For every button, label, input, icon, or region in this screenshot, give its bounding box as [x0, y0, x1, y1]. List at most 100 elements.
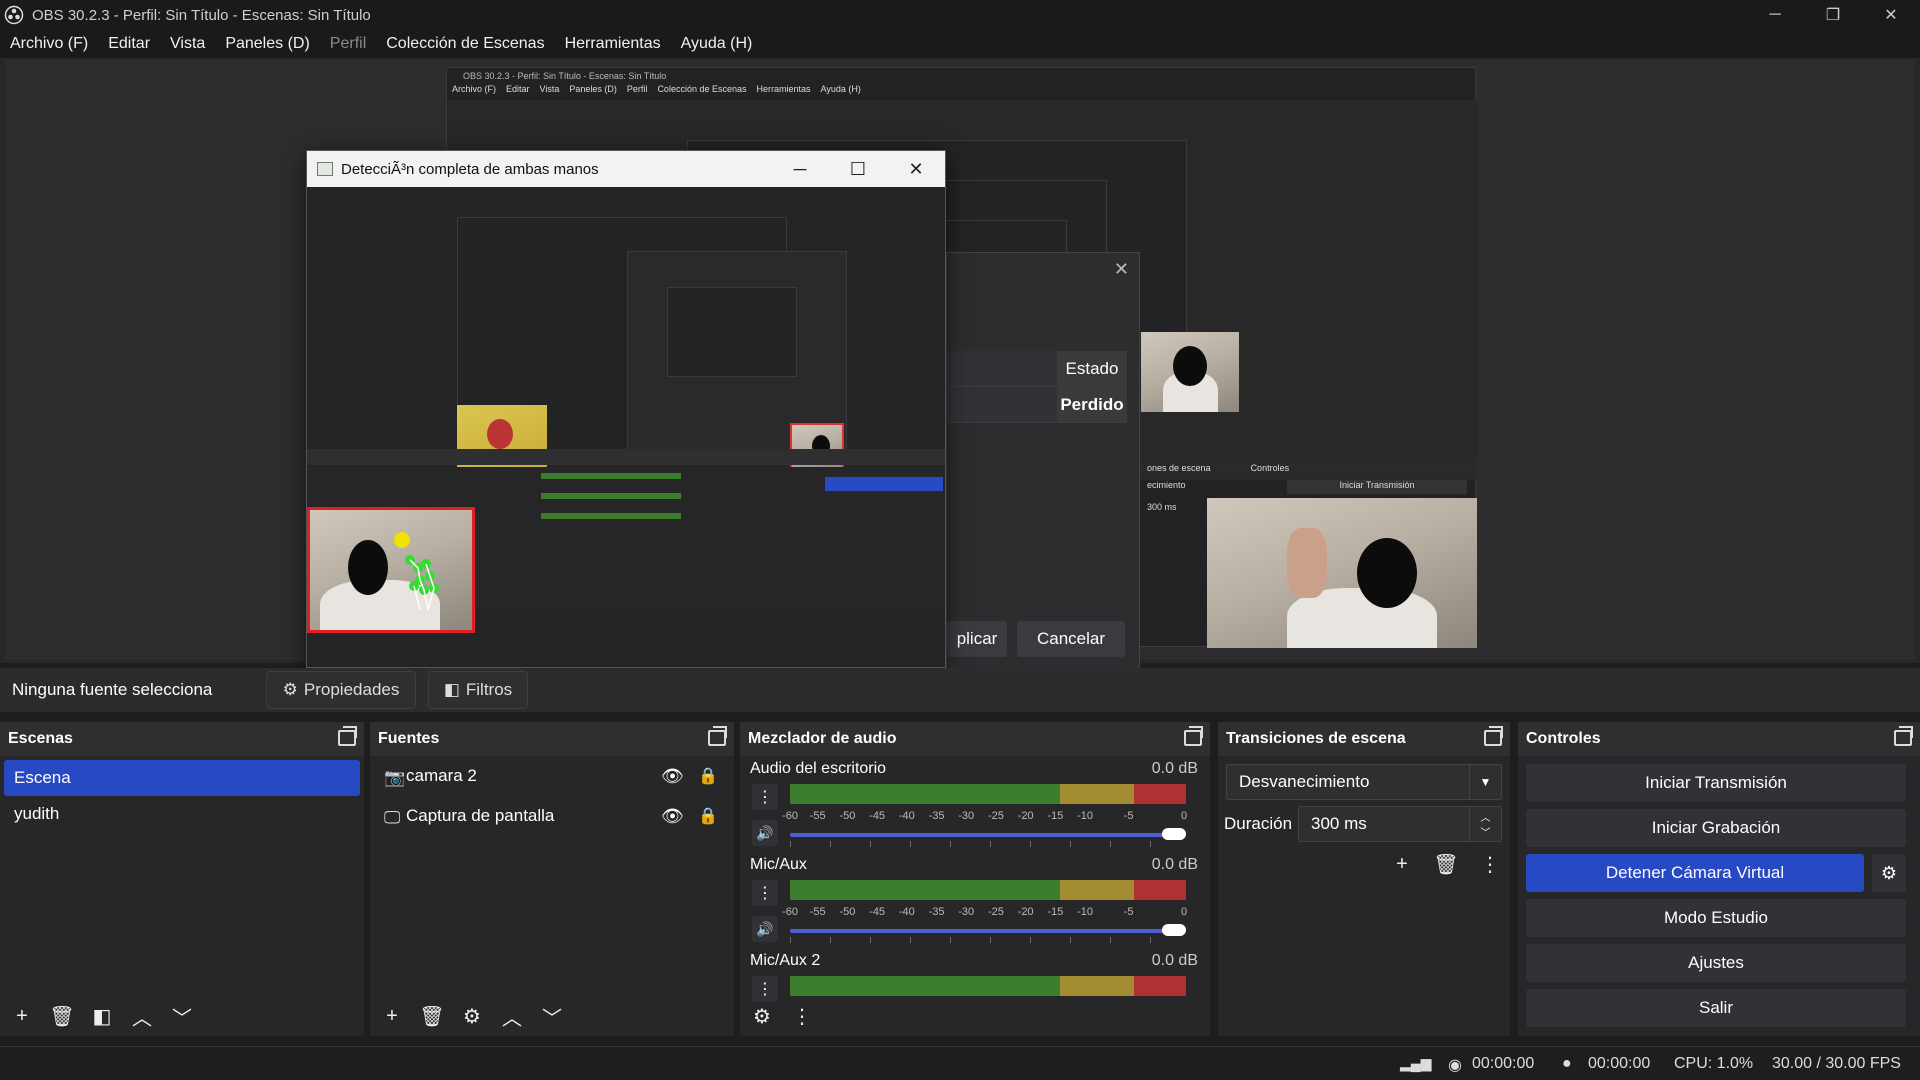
chevron-up-icon[interactable]: ︿ — [128, 1002, 156, 1030]
transition-select[interactable]: Desvanecimiento ▼ — [1226, 764, 1502, 800]
hand-window-titlebar[interactable]: DetecciÃ³n completa de ambas manos ─ ☐ ✕ — [307, 151, 945, 187]
menu-coleccion-escenas[interactable]: Colección de Escenas — [386, 35, 544, 53]
hand-window-minimize-button[interactable]: ─ — [771, 151, 829, 187]
obs-logo-icon — [4, 5, 24, 25]
eye-icon[interactable]: 👁 — [661, 766, 684, 787]
record-time: 00:00:00 — [1588, 1055, 1651, 1072]
channel-db: 0.0 dB — [1151, 952, 1198, 969]
start-recording-button[interactable]: Iniciar Grabación — [1526, 809, 1906, 847]
undock-icon[interactable] — [1894, 726, 1913, 746]
add-scene-button[interactable]: + — [8, 1002, 36, 1030]
advanced-audio-gear-icon[interactable]: ⚙ — [748, 1002, 776, 1030]
signal-bars-icon: ▂▄▆ — [1400, 1055, 1432, 1071]
meter-tick-label: -15 — [1047, 906, 1064, 918]
dock-header: Fuentes — [370, 722, 734, 756]
lock-icon[interactable]: 🔒 — [698, 766, 718, 786]
menu-archivo[interactable]: Archivo (F) — [10, 35, 88, 53]
hand-detection-frame — [307, 187, 945, 667]
more-options-icon[interactable]: ⋮ — [788, 1002, 816, 1030]
undock-icon[interactable] — [708, 726, 727, 746]
add-transition-button[interactable]: + — [1388, 850, 1416, 878]
hand-window-maximize-button[interactable]: ☐ — [829, 151, 887, 187]
table-row: Perdido — [947, 387, 1127, 423]
nested-menu-item: Ayuda (H) — [820, 84, 861, 94]
cancel-button[interactable]: Cancelar — [1017, 621, 1125, 657]
trash-icon[interactable]: 🗑 — [48, 1002, 76, 1030]
close-button[interactable]: ✕ — [1862, 0, 1920, 30]
menu-vista[interactable]: Vista — [170, 35, 205, 53]
source-toolbar: Ninguna fuente selecciona ⚙ Propiedades … — [0, 668, 1920, 712]
menu-perfil[interactable]: Perfil — [330, 35, 366, 53]
settings-button[interactable]: Ajustes — [1526, 944, 1906, 982]
filters-button[interactable]: ◧ Filtros — [428, 671, 528, 709]
monitor-icon: 🖵 — [384, 808, 401, 827]
dock-header: Controles — [1518, 722, 1920, 756]
hand-detection-window[interactable]: DetecciÃ³n completa de ambas manos ─ ☐ ✕ — [306, 150, 946, 668]
chevron-down-icon[interactable]: ﹀ — [538, 1002, 566, 1030]
transition-toolbar: + 🗑 ⋮ — [1388, 850, 1504, 878]
meter-tick-label: -30 — [958, 906, 975, 918]
chevron-down-icon: ▼ — [1469, 765, 1501, 799]
slider-knob[interactable] — [1162, 828, 1186, 840]
nested-webcam-large — [1207, 498, 1477, 648]
meter-tick-label: -10 — [1077, 810, 1093, 822]
scene-item-yudith[interactable]: yudith — [4, 796, 360, 832]
meter-tick-label: -10 — [1077, 906, 1093, 918]
menu-ayuda[interactable]: Ayuda (H) — [681, 35, 753, 53]
volume-slider[interactable] — [790, 828, 1186, 847]
meter-tick-label: 0 — [1180, 810, 1188, 822]
chevron-down-icon[interactable]: ﹀ — [168, 1002, 196, 1030]
source-item-captura[interactable]: 🖵 Captura de pantalla 👁 🔒 — [370, 796, 734, 836]
filter-icon[interactable]: ◧ — [88, 1002, 116, 1030]
meter-tick-label: 0 — [1180, 906, 1188, 918]
audio-channel: Mic/Aux 2 0.0 dB ⋮ — [740, 948, 1210, 1002]
properties-button[interactable]: ⚙ Propiedades — [266, 671, 416, 709]
gear-icon[interactable]: ⚙ — [1872, 854, 1906, 892]
gear-icon[interactable]: ⚙ — [458, 1002, 486, 1030]
channel-db: 0.0 dB — [1151, 760, 1198, 777]
speaker-icon[interactable]: 🔊 — [752, 916, 778, 942]
eye-icon[interactable]: 👁 — [661, 806, 684, 827]
source-item-camara[interactable]: 📷 camara 2 👁 🔒 — [370, 756, 734, 796]
meter-tick-label: -25 — [987, 810, 1004, 822]
hand-window-close-button[interactable]: ✕ — [887, 151, 945, 187]
speaker-icon[interactable]: 🔊 — [752, 820, 778, 846]
trash-icon[interactable]: 🗑 — [418, 1002, 446, 1030]
restore-button[interactable]: ❐ — [1804, 0, 1862, 30]
volume-meter — [790, 976, 1186, 996]
chevron-up-icon[interactable]: ︿ — [498, 1002, 526, 1030]
hand-tracking-webcam — [307, 507, 475, 633]
undock-icon[interactable] — [1184, 726, 1203, 746]
dock-header: Mezclador de audio — [740, 722, 1210, 756]
meter-tick-label: -50 — [839, 906, 856, 918]
duration-spinbox[interactable]: 300 ms ︿ ﹀ — [1298, 806, 1502, 842]
dialog-close-icon[interactable]: ✕ — [1114, 259, 1129, 280]
more-options-icon[interactable]: ⋮ — [752, 784, 778, 810]
studio-mode-button[interactable]: Modo Estudio — [1526, 899, 1906, 937]
undock-icon[interactable] — [1484, 726, 1503, 746]
spin-arrows-icon[interactable]: ︿ ﹀ — [1469, 807, 1501, 841]
menu-paneles[interactable]: Paneles (D) — [225, 35, 309, 53]
menu-herramientas[interactable]: Herramientas — [565, 35, 661, 53]
apply-button[interactable]: plicar — [947, 621, 1007, 657]
exit-button[interactable]: Salir — [1526, 989, 1906, 1027]
nested-dock-transitions: ones de escena — [1147, 463, 1211, 473]
slider-knob[interactable] — [1162, 924, 1186, 936]
lock-icon[interactable]: 🔒 — [698, 806, 718, 826]
start-streaming-button[interactable]: Iniciar Transmisión — [1526, 764, 1906, 802]
nested-transition: ecimiento — [1147, 480, 1186, 490]
status-table: Estado Perdido — [947, 351, 1127, 423]
more-options-icon[interactable]: ⋮ — [1476, 850, 1504, 878]
scene-item-escena[interactable]: Escena — [4, 760, 360, 796]
undock-icon[interactable] — [338, 726, 357, 746]
stop-virtual-camera-button[interactable]: Detener Cámara Virtual — [1526, 854, 1864, 892]
menu-editar[interactable]: Editar — [108, 35, 150, 53]
add-source-button[interactable]: + — [378, 1002, 406, 1030]
minimize-button[interactable]: ─ — [1746, 0, 1804, 30]
volume-slider[interactable] — [790, 924, 1186, 943]
channel-name: Mic/Aux — [750, 856, 807, 873]
controls-dock: Controles Iniciar Transmisión Iniciar Gr… — [1518, 722, 1920, 1036]
more-options-icon[interactable]: ⋮ — [752, 880, 778, 906]
volume-meter — [790, 880, 1186, 900]
trash-icon[interactable]: 🗑 — [1432, 850, 1460, 878]
